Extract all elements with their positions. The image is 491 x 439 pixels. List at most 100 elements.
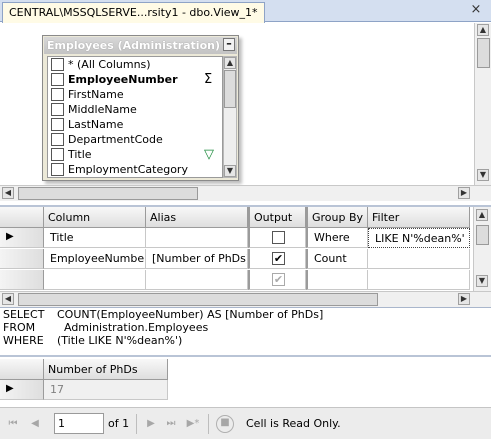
column-list-item[interactable]: * (All Columns) [48,57,222,72]
scroll-up-icon[interactable]: ▲ [477,24,489,36]
scroll-down-icon[interactable]: ▼ [477,169,489,181]
cell-group-by[interactable] [306,270,368,290]
column-checkbox[interactable] [51,163,64,176]
column-label: * (All Columns) [68,58,151,71]
cell-column[interactable]: EmployeeNumber [44,249,146,269]
page-number-input[interactable]: 1 [54,413,104,434]
status-message: Cell is Read Only. [246,417,341,430]
result-cell[interactable]: 17 [44,380,168,400]
scroll-left-icon[interactable]: ◀ [2,187,14,199]
column-checkbox[interactable] [51,73,64,86]
column-checkbox[interactable] [51,148,64,161]
sql-text: COUNT(EmployeeNumber) AS [Number of PhDs… [57,308,324,321]
criteria-vertical-scrollbar[interactable]: ▲ ▼ [473,207,491,291]
scroll-thumb[interactable] [224,70,236,108]
column-checkbox[interactable] [51,88,64,101]
column-label: EmployeeNumber [68,73,178,86]
column-list-item[interactable]: EmployeeNumber Σ [48,72,222,87]
new-record-icon[interactable]: ▶* [186,417,200,431]
sql-text: (Title LIKE N'%dean%') [57,334,183,347]
column-list: * (All Columns) EmployeeNumber Σ FirstName M… [47,56,223,178]
column-list-item[interactable]: EmploymentCategory [48,162,222,177]
cell-alias[interactable]: [Number of PhDs] [146,249,248,269]
sql-keyword: WHERE [3,334,44,347]
scroll-thumb[interactable] [18,293,378,306]
close-icon[interactable]: × [469,3,483,17]
cell-output[interactable] [248,228,306,248]
column-list-item[interactable]: LastName [48,117,222,132]
scroll-thumb[interactable] [476,225,489,245]
scroll-down-icon[interactable]: ▼ [224,165,236,177]
separator [208,414,209,434]
scroll-thumb[interactable] [477,38,490,68]
first-record-icon[interactable]: ⏮ [6,417,20,431]
diagram-horizontal-scrollbar[interactable]: ◀ ▶ [0,185,491,201]
column-checkbox[interactable] [51,58,64,71]
cell-alias[interactable] [146,228,248,248]
cell-filter[interactable]: LIKE N'%dean%' [368,228,470,248]
diagram-pane: Employees (Administration) – * (All Colu… [0,23,491,201]
cell-output[interactable]: ✔ [248,270,306,290]
document-tab-title: CENTRAL\MSSQLSERVE...rsity1 - dbo.View_1… [9,6,258,19]
header-output[interactable]: Output [248,207,306,228]
cell-column[interactable]: Title [44,228,146,248]
scroll-left-icon[interactable]: ◀ [2,293,14,305]
column-list-item[interactable]: MiddleName [48,102,222,117]
column-list-item[interactable]: DepartmentCode [48,132,222,147]
minimize-button[interactable]: – [223,38,235,51]
sql-text: Administration.Employees [57,321,209,334]
column-list-item[interactable]: Title ▽ [48,147,222,162]
results-grid: Number of PhDs ▶ 17 [0,355,491,407]
cell-group-by[interactable]: Count [306,249,368,269]
document-tab[interactable]: CENTRAL\MSSQLSERVE...rsity1 - dbo.View_1… [2,2,265,23]
column-list-item[interactable]: FirstName [48,87,222,102]
column-checkbox[interactable] [51,118,64,131]
column-label: MiddleName [68,103,137,116]
tab-strip: CENTRAL\MSSQLSERVE...rsity1 - dbo.View_1… [0,0,491,23]
column-label: EmploymentCategory [68,163,188,176]
scroll-up-icon[interactable]: ▲ [224,57,236,69]
cell-output[interactable]: ✔ [248,249,306,269]
cell-group-by[interactable]: Where [306,228,368,248]
column-checkbox[interactable] [51,133,64,146]
row-header[interactable]: ▶ [0,228,44,248]
output-checkbox[interactable]: ✔ [272,252,285,265]
sigma-icon: Σ [204,72,213,87]
scroll-down-icon[interactable]: ▼ [476,275,488,287]
column-checkbox[interactable] [51,103,64,116]
next-record-icon[interactable]: ▶ [144,417,158,431]
sql-where-line: WHERE (Title LIKE N'%dean%') [3,334,182,347]
column-label: Title [68,148,92,161]
table-box-employees[interactable]: Employees (Administration) – * (All Colu… [42,35,239,181]
header-filter[interactable]: Filter [368,207,470,228]
scroll-right-icon[interactable]: ▶ [458,293,470,305]
header-column[interactable]: Column [44,207,146,228]
output-checkbox[interactable] [272,231,285,244]
cell-alias[interactable] [146,270,248,290]
output-checkbox[interactable]: ✔ [272,273,285,286]
row-header[interactable] [0,249,44,269]
filter-icon: ▽ [204,147,214,162]
cell-column[interactable] [44,270,146,290]
stop-icon[interactable]: ■ [216,415,234,433]
last-record-icon[interactable]: ⏭ [164,417,178,431]
row-header-current[interactable]: ▶ [0,380,44,400]
header-number-of-phds[interactable]: Number of PhDs [44,359,168,380]
current-row-icon: ▶ [6,383,14,394]
grid-corner [0,207,44,228]
navigation-bar: ⏮ ◀ 1 of 1 ▶ ⏭ ▶* ■ Cell is Read Only. [0,407,491,439]
previous-record-icon[interactable]: ◀ [28,417,42,431]
cell-filter[interactable] [368,270,470,290]
scroll-thumb[interactable] [18,187,198,200]
table-vertical-scrollbar[interactable]: ▲ ▼ [223,56,237,178]
scroll-right-icon[interactable]: ▶ [458,187,470,199]
sql-pane[interactable]: SELECT COUNT(EmployeeNumber) AS [Number o… [0,307,491,354]
scroll-up-icon[interactable]: ▲ [476,209,488,221]
header-alias[interactable]: Alias [146,207,248,228]
header-group-by[interactable]: Group By [306,207,368,228]
diagram-vertical-scrollbar[interactable]: ▲ ▼ [474,23,491,185]
cell-filter[interactable] [368,249,470,269]
table-title: Employees (Administration) [44,37,237,54]
criteria-horizontal-scrollbar[interactable]: ◀ ▶ [0,291,491,307]
row-header[interactable] [0,270,44,290]
